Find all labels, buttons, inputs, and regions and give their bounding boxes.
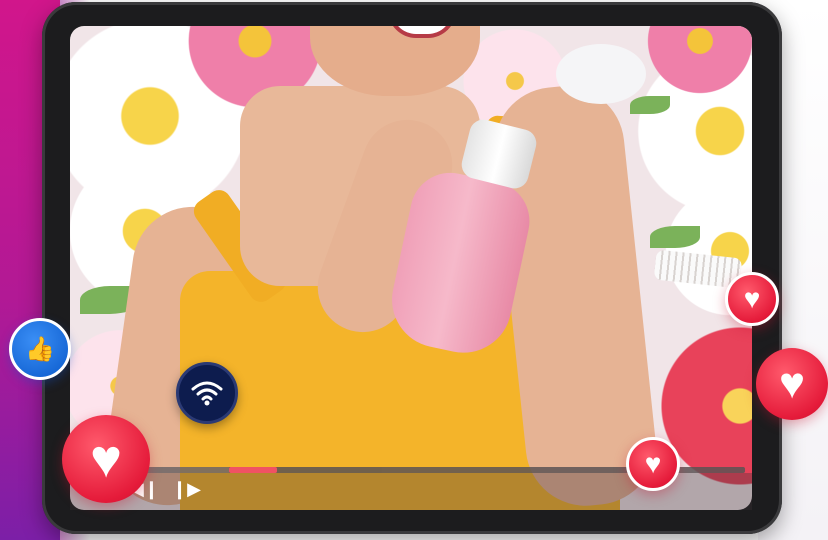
like-button[interactable]: 👍 bbox=[9, 318, 71, 380]
heart-button-right[interactable]: ♥ bbox=[756, 348, 828, 420]
heart-button-large[interactable]: ♥ bbox=[62, 415, 150, 503]
progress-played bbox=[145, 467, 229, 473]
heart-button-top-right[interactable]: ♥ bbox=[725, 272, 779, 326]
green-leaf bbox=[630, 96, 670, 114]
cotton-pad bbox=[556, 44, 646, 104]
green-leaf bbox=[650, 226, 700, 248]
heart-icon: ♥ bbox=[644, 448, 662, 479]
heart-button-small[interactable]: ♥ bbox=[626, 437, 680, 491]
wifi-icon bbox=[191, 381, 223, 406]
play-next-icon[interactable]: ❙▶ bbox=[172, 478, 201, 500]
thumbs-up-icon: 👍 bbox=[25, 335, 55, 363]
progress-buffered bbox=[229, 467, 277, 473]
heart-icon: ♥ bbox=[743, 283, 761, 314]
heart-icon: ♥ bbox=[89, 429, 123, 489]
heart-icon: ♥ bbox=[778, 359, 806, 408]
wifi-button[interactable] bbox=[176, 362, 238, 424]
